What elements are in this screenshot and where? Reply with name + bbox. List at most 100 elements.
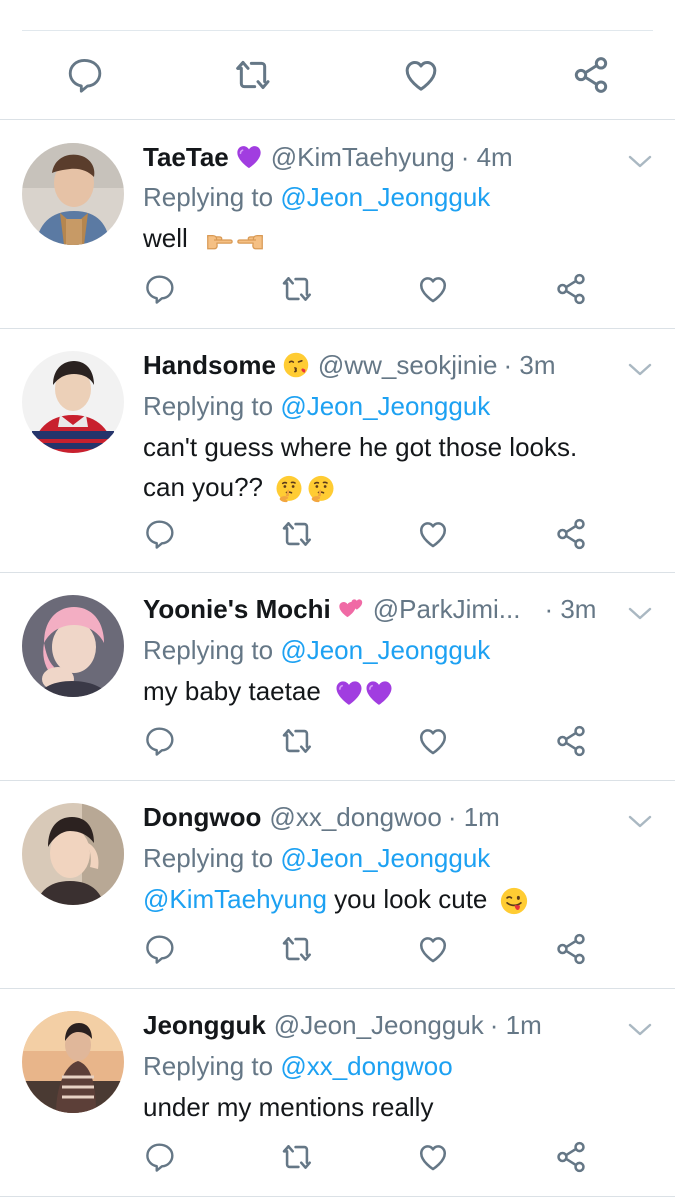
reply-button[interactable] [142, 724, 176, 758]
like-icon [416, 517, 450, 551]
replying-to-label: Replying to [143, 843, 274, 873]
display-name[interactable]: Dongwoo [143, 800, 261, 834]
two-hearts-icon [337, 595, 365, 623]
purple-heart-icon [364, 678, 394, 708]
chevron-down-icon[interactable] [627, 812, 653, 830]
reply-button[interactable] [142, 517, 176, 551]
replying-to-line: Replying to @Jeon_Jeongguk [143, 841, 655, 875]
like-icon [416, 1140, 450, 1174]
share-icon [554, 272, 588, 306]
display-name[interactable]: TaeTae [143, 140, 229, 174]
share-button[interactable] [554, 1140, 588, 1174]
user-handle[interactable]: @Jeon_Jeongguk [274, 1008, 484, 1042]
mention-link[interactable]: @Jeon_Jeongguk [280, 391, 490, 421]
tweet-text-line-2: can you?? [143, 467, 635, 507]
timestamp[interactable]: · 3m [544, 592, 596, 626]
timestamp[interactable]: · 3m [504, 348, 556, 382]
face-blowing-kiss-icon [282, 351, 310, 379]
like-button[interactable] [400, 55, 442, 95]
share-icon [554, 1140, 588, 1174]
mention-link[interactable]: @Jeon_Jeongguk [280, 843, 490, 873]
user-handle[interactable]: @ParkJimi... [373, 592, 521, 626]
share-button[interactable] [554, 724, 588, 758]
user-handle[interactable]: @xx_dongwoo [269, 800, 441, 834]
purple-heart-icon [235, 143, 263, 171]
tweet[interactable]: Handsome @ww_seokjinie · 3m Replying to … [0, 329, 675, 573]
mention-link[interactable]: @KimTaehyung [143, 884, 327, 914]
thinking-face-icon [306, 474, 336, 504]
avatar[interactable] [22, 1011, 124, 1113]
user-handle[interactable]: @ww_seokjinie [318, 348, 498, 382]
share-button[interactable] [554, 272, 588, 306]
share-button[interactable] [554, 932, 588, 966]
tweet-text-content: well [143, 223, 188, 253]
like-button[interactable] [416, 724, 450, 758]
replying-to-label: Replying to [143, 1051, 274, 1081]
retweet-icon [280, 517, 314, 551]
purple-heart-icon [334, 678, 364, 708]
tweet-text-content: can you?? [143, 472, 263, 502]
reply-button[interactable] [142, 1140, 176, 1174]
divider [22, 30, 653, 31]
share-button[interactable] [570, 55, 612, 95]
reply-icon [143, 725, 175, 757]
replying-to-line: Replying to @xx_dongwoo [143, 1049, 655, 1083]
display-name[interactable]: Handsome [143, 348, 276, 382]
like-button[interactable] [416, 1140, 450, 1174]
tweet[interactable]: TaeTae @KimTaehyung · 4m Replying to @Je… [0, 120, 675, 329]
tweet[interactable]: Jeongguk @Jeon_Jeongguk · 1m Replying to… [0, 989, 675, 1197]
retweet-icon [280, 724, 314, 758]
like-button[interactable] [416, 517, 450, 551]
avatar[interactable] [22, 595, 124, 697]
reply-icon [143, 1141, 175, 1173]
display-name[interactable]: Yoonie's Mochi [143, 592, 331, 626]
like-button[interactable] [416, 932, 450, 966]
reply-button[interactable] [142, 272, 176, 306]
retweet-button[interactable] [280, 724, 314, 758]
like-icon [416, 932, 450, 966]
chevron-down-icon[interactable] [627, 360, 653, 378]
retweet-icon [280, 1140, 314, 1174]
retweet-button[interactable] [280, 517, 314, 551]
share-icon [554, 932, 588, 966]
avatar[interactable] [22, 143, 124, 245]
mention-link[interactable]: @Jeon_Jeongguk [280, 182, 490, 212]
chevron-down-icon[interactable] [627, 152, 653, 170]
retweet-button[interactable] [280, 272, 314, 306]
tweet[interactable]: Yoonie's Mochi @ParkJimi... · 3m Replyin… [0, 573, 675, 781]
mention-link[interactable]: @xx_dongwoo [280, 1051, 452, 1081]
timestamp[interactable]: · 1m [490, 1008, 542, 1042]
timestamp[interactable]: · 1m [448, 800, 500, 834]
retweet-button[interactable] [280, 1140, 314, 1174]
reply-button[interactable] [64, 55, 104, 95]
chevron-down-icon[interactable] [627, 604, 653, 622]
like-icon [401, 55, 441, 95]
timestamp[interactable]: · 4m [461, 140, 513, 174]
tweet-text-content: my baby taetae [143, 676, 321, 706]
mention-link[interactable]: @Jeon_Jeongguk [280, 635, 490, 665]
avatar[interactable] [22, 803, 124, 905]
display-name[interactable]: Jeongguk [143, 1008, 266, 1042]
like-button[interactable] [416, 272, 450, 306]
replying-to-label: Replying to [143, 182, 274, 212]
reply-button[interactable] [142, 932, 176, 966]
retweet-button[interactable] [280, 932, 314, 966]
chevron-down-icon[interactable] [627, 1020, 653, 1038]
reply-icon [143, 273, 175, 305]
replying-to-label: Replying to [143, 391, 274, 421]
user-handle[interactable]: @KimTaehyung [271, 140, 455, 174]
tweet-text: can't guess where he got those looks. ca… [143, 427, 635, 507]
reply-icon [143, 933, 175, 965]
replying-to-line: Replying to @Jeon_Jeongguk [143, 389, 655, 423]
tweet-text: well [143, 218, 635, 258]
replying-to-line: Replying to @Jeon_Jeongguk [143, 633, 655, 667]
winking-face-tongue-icon [499, 886, 529, 916]
share-button[interactable] [554, 517, 588, 551]
retweet-button[interactable] [232, 55, 274, 95]
tweet[interactable]: Dongwoo @xx_dongwoo · 1m Replying to @Je… [0, 781, 675, 989]
share-icon [554, 724, 588, 758]
previous-tweet-actions-bar [0, 0, 675, 120]
like-icon [416, 724, 450, 758]
replying-to-label: Replying to [143, 635, 274, 665]
avatar[interactable] [22, 351, 124, 453]
